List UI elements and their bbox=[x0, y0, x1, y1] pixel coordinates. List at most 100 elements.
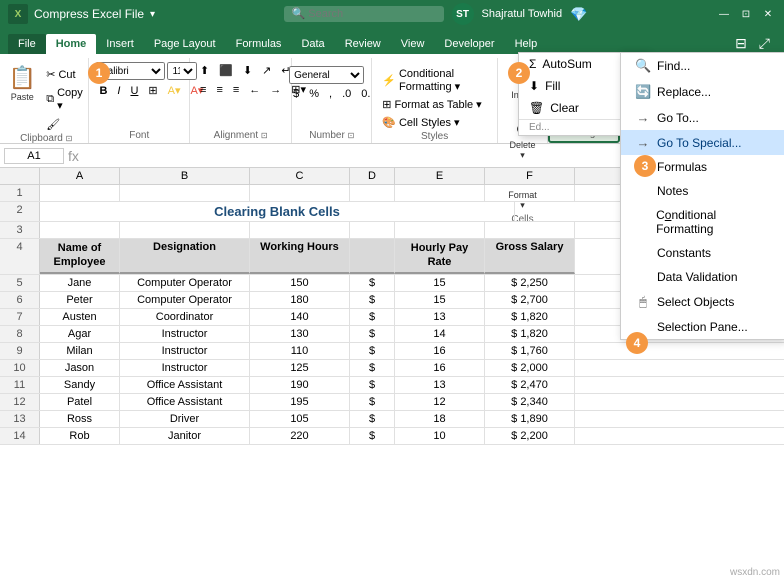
table-row: 11 Sandy Office Assistant 190 $ 13 $ 2,4… bbox=[0, 377, 784, 394]
cell-1c[interactable] bbox=[250, 185, 350, 201]
col-header-a[interactable]: A bbox=[40, 168, 120, 184]
tab-home[interactable]: Home bbox=[46, 34, 97, 54]
notes-item[interactable]: Notes bbox=[621, 179, 784, 203]
dropdown-arrow[interactable]: ▾ bbox=[150, 9, 155, 20]
conditional-formatting-item[interactable]: Conditional Formatting bbox=[621, 203, 784, 241]
header-designation[interactable]: Designation bbox=[120, 239, 250, 274]
fill-color-button[interactable]: A▾ bbox=[164, 82, 185, 99]
header-rate-dollar[interactable] bbox=[350, 239, 395, 274]
currency-button[interactable]: $ bbox=[289, 86, 303, 102]
header-name[interactable]: Name ofEmployee bbox=[40, 239, 120, 274]
replace-item[interactable]: 🔄 Replace... bbox=[621, 79, 784, 105]
goto-special-item[interactable]: → Go To Special... bbox=[621, 130, 784, 155]
cell-1a[interactable] bbox=[40, 185, 120, 201]
clipboard-label: Clipboard ⊡ bbox=[20, 133, 72, 146]
col-header-d[interactable]: D bbox=[350, 168, 395, 184]
close-button[interactable]: ✕ bbox=[760, 6, 776, 22]
border-button[interactable]: ⊞ bbox=[144, 82, 161, 99]
table-row: 13 Ross Driver 105 $ 18 $ 1,890 bbox=[0, 411, 784, 428]
cell-1d[interactable] bbox=[350, 185, 395, 201]
format-painter-icon: 🖌 bbox=[46, 118, 60, 131]
formulas-item[interactable]: Formulas bbox=[621, 155, 784, 179]
tab-page-layout[interactable]: Page Layout bbox=[144, 34, 226, 54]
cell-styles-label: Cell Styles bbox=[399, 117, 451, 129]
align-middle-button[interactable]: ⬛ bbox=[215, 62, 237, 79]
tab-insert[interactable]: Insert bbox=[96, 34, 144, 54]
orientation-button[interactable]: ↗ bbox=[258, 62, 275, 79]
styles-label: Styles bbox=[421, 131, 448, 144]
col-header-e[interactable]: E bbox=[395, 168, 485, 184]
table-row: 10 Jason Instructor 125 $ 16 $ 2,000 bbox=[0, 360, 784, 377]
table-row: 9 Milan Instructor 110 $ 16 $ 1,760 bbox=[0, 343, 784, 360]
bold-button[interactable]: B bbox=[95, 82, 111, 99]
align-bottom-button[interactable]: ⬇ bbox=[239, 62, 256, 79]
goto-special-icon: → bbox=[635, 135, 651, 150]
indent-dec-button[interactable]: ← bbox=[245, 81, 264, 98]
col-header-f[interactable]: F bbox=[485, 168, 575, 184]
font-family-select[interactable]: Calibri bbox=[95, 62, 165, 80]
cell-styles-button[interactable]: 🎨 Cell Styles ▾ bbox=[378, 114, 491, 131]
constants-item[interactable]: Constants bbox=[621, 241, 784, 265]
clear-eraser-icon: 🗑 bbox=[529, 101, 544, 115]
cursor-icon: 🖱 bbox=[635, 294, 651, 310]
user-badge: ST bbox=[452, 3, 474, 25]
ribbon-expand-button[interactable]: ⤢ bbox=[753, 33, 776, 54]
find-item[interactable]: 🔍 Find... bbox=[621, 53, 784, 79]
dec-inc-button[interactable]: .0 bbox=[338, 86, 355, 102]
title-search[interactable] bbox=[284, 6, 444, 22]
autosum-sigma-icon: Σ bbox=[529, 57, 536, 71]
tab-view[interactable]: View bbox=[391, 34, 435, 54]
goto-icon: → bbox=[635, 110, 651, 125]
comma-button[interactable]: , bbox=[325, 86, 336, 102]
tab-file[interactable]: File bbox=[8, 34, 46, 54]
replace-icon: 🔄 bbox=[635, 84, 651, 100]
select-objects-item[interactable]: 🖱 Select Objects bbox=[621, 289, 784, 315]
table-row: 14 Rob Janitor 220 $ 10 $ 2,200 bbox=[0, 428, 784, 445]
cut-button[interactable]: ✂ Cut bbox=[42, 66, 88, 83]
indent-inc-button[interactable]: → bbox=[266, 81, 285, 98]
align-center-button[interactable]: ≡ bbox=[212, 81, 226, 98]
align-left-button[interactable]: ≡ bbox=[196, 81, 210, 98]
name-box[interactable] bbox=[4, 148, 64, 164]
goto-item[interactable]: → Go To... bbox=[621, 105, 784, 130]
underline-button[interactable]: U bbox=[126, 82, 142, 99]
title-cell[interactable]: Clearing Blank Cells bbox=[40, 202, 515, 221]
header-hours[interactable]: Working Hours bbox=[250, 239, 350, 274]
tab-formulas[interactable]: Formulas bbox=[226, 34, 292, 54]
number-format-select[interactable]: General bbox=[289, 66, 364, 84]
fill-down-icon: ⬇ bbox=[529, 79, 539, 93]
copy-icon: ⧉ bbox=[46, 93, 54, 106]
alignment-label: Alignment ⊡ bbox=[214, 130, 268, 143]
format-table-icon: ⊞ bbox=[382, 98, 391, 111]
restore-button[interactable]: ⊡ bbox=[738, 6, 754, 22]
tab-help[interactable]: Help bbox=[505, 34, 548, 54]
cell-1f[interactable] bbox=[485, 185, 575, 201]
align-right-button[interactable]: ≡ bbox=[229, 81, 243, 98]
app-title: Compress Excel File bbox=[34, 7, 144, 21]
italic-button[interactable]: I bbox=[113, 82, 124, 99]
cut-icon: ✂ bbox=[46, 68, 55, 81]
format-as-table-button[interactable]: ⊞ Format as Table ▾ bbox=[378, 96, 491, 113]
tab-review[interactable]: Review bbox=[335, 34, 391, 54]
copy-button[interactable]: ⧉ Copy ▾ bbox=[42, 85, 88, 114]
ribbon-collapse-button[interactable]: ⊟ bbox=[729, 33, 753, 54]
cond-fmt-icon: ⚡ bbox=[382, 74, 396, 87]
format-painter-button[interactable]: 🖌 bbox=[42, 116, 88, 133]
title-bar-left: X Compress Excel File ▾ bbox=[8, 4, 155, 24]
col-header-b[interactable]: B bbox=[120, 168, 250, 184]
title-bar: X Compress Excel File ▾ ST Shajratul Tow… bbox=[0, 0, 784, 28]
cell-1b[interactable] bbox=[120, 185, 250, 201]
minimize-button[interactable]: — bbox=[716, 6, 732, 22]
col-header-c[interactable]: C bbox=[250, 168, 350, 184]
selection-pane-item[interactable]: Selection Pane... bbox=[621, 315, 784, 339]
cell-1e[interactable] bbox=[395, 185, 485, 201]
percent-button[interactable]: % bbox=[305, 86, 323, 102]
align-top-button[interactable]: ⬆ bbox=[196, 62, 213, 79]
conditional-formatting-button[interactable]: ⚡ Conditional Formatting ▾ bbox=[378, 66, 491, 95]
tab-data[interactable]: Data bbox=[291, 34, 334, 54]
data-validation-item[interactable]: Data Validation bbox=[621, 265, 784, 289]
paste-button[interactable]: 📋 Paste bbox=[4, 62, 40, 105]
header-hourly-pay[interactable]: Hourly PayRate bbox=[395, 239, 485, 274]
tab-developer[interactable]: Developer bbox=[434, 34, 504, 54]
header-gross-salary[interactable]: Gross Salary bbox=[485, 239, 575, 274]
